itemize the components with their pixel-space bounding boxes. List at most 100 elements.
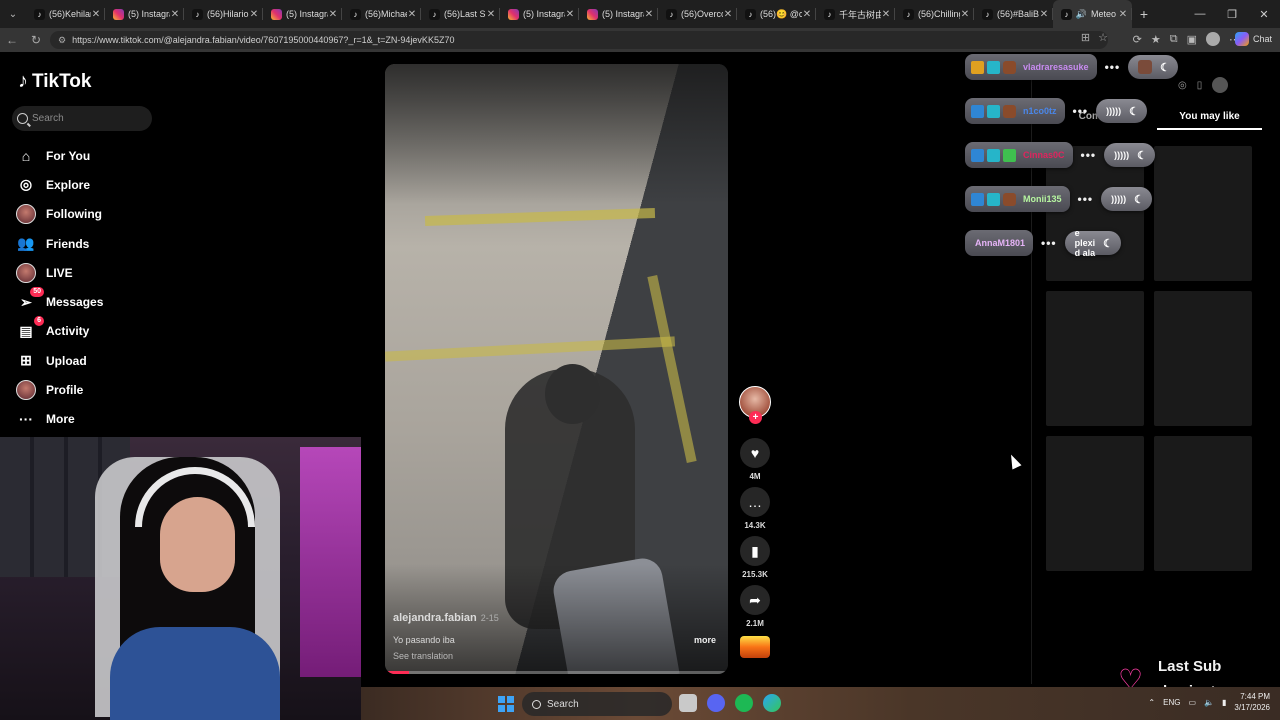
file-explorer-icon[interactable]	[679, 694, 697, 712]
reload-button[interactable]: ↻	[24, 28, 48, 52]
browser-tab[interactable]: (5) Instagra ✕	[500, 0, 579, 28]
recommended-video[interactable]	[1154, 146, 1252, 281]
site-info-icon[interactable]: ⚙	[58, 35, 66, 46]
sidebar-item-following[interactable]: Following	[16, 200, 103, 229]
browser-tab[interactable]: ♪ (56)Chilling ✕	[895, 0, 974, 28]
save-action[interactable]: ▮ 215.3K	[740, 536, 770, 579]
close-icon[interactable]: ✕	[486, 9, 496, 20]
music-disc-icon[interactable]	[740, 636, 770, 658]
volume-icon[interactable]: 🔈	[1204, 698, 1214, 707]
browser-tab[interactable]: ♪ (56)😊 @c ✕	[737, 0, 816, 28]
copilot-chat-button[interactable]: Chat	[1234, 32, 1272, 46]
clock[interactable]: 7:44 PM 3/17/2026	[1234, 691, 1270, 713]
collections-icon[interactable]: ▣	[1187, 33, 1197, 46]
network-icon[interactable]: ▭	[1188, 698, 1196, 707]
sidebar-item-more[interactable]: ··· More	[16, 405, 103, 434]
minimize-button[interactable]: —	[1184, 0, 1216, 28]
chat-dots-icon: •••	[1072, 104, 1089, 118]
back-button[interactable]: ←	[0, 28, 24, 52]
follow-plus-icon[interactable]: +	[749, 411, 762, 424]
user-avatar[interactable]	[1212, 77, 1229, 93]
close-icon[interactable]: ✕	[407, 9, 417, 20]
sidebar-item-live[interactable]: LIVE	[16, 258, 103, 287]
search-input[interactable]: Search	[12, 106, 152, 131]
browser-tab[interactable]: (5) Instagra ✕	[579, 0, 658, 28]
sidebar-item-messages[interactable]: ➢ 50 Messages	[16, 287, 103, 316]
close-icon[interactable]: ✕	[565, 9, 575, 20]
taskbar-search[interactable]: Search	[522, 692, 672, 716]
video-progress-bar[interactable]	[385, 671, 728, 674]
profile-avatar[interactable]	[1206, 32, 1220, 46]
author-avatar[interactable]: +	[739, 386, 771, 424]
close-icon[interactable]: ✕	[723, 9, 733, 20]
windows-start-icon[interactable]	[498, 696, 514, 712]
close-icon[interactable]: ✕	[881, 9, 891, 20]
sidebar-item-activity[interactable]: ▤ 6 Activity	[16, 316, 103, 346]
video-player[interactable]: alejandra.fabian 2-15 Yo pasando iba See …	[385, 64, 728, 674]
recommended-video[interactable]	[1154, 436, 1252, 571]
sidebar-item-upload[interactable]: ⊞ Upload	[16, 346, 103, 375]
edge-icon[interactable]	[763, 694, 781, 712]
discord-icon[interactable]	[707, 694, 725, 712]
tab-you-may-like[interactable]: You may like	[1157, 108, 1262, 130]
sidebar-item-explore[interactable]: ◎ Explore	[16, 170, 103, 199]
browser-tab[interactable]: ♪ (56)Hilariou ✕	[184, 0, 263, 28]
share-action[interactable]: ➦ 2.1M	[740, 585, 770, 628]
close-window-button[interactable]: ✕	[1248, 0, 1280, 28]
chevron-up-icon[interactable]: ⌃	[1148, 698, 1155, 707]
sidebar-item-friends[interactable]: 👥 Friends	[16, 229, 103, 258]
browser-tab[interactable]: (5) Instagra ✕	[263, 0, 342, 28]
close-icon[interactable]: ✕	[91, 9, 101, 20]
close-icon[interactable]: ✕	[328, 9, 338, 20]
browser-tab-bar: ⌄ ♪ (56)Kehilan ✕ (5) Instagra ✕ ♪ (56)Hilar…	[0, 0, 1280, 28]
sidebar-item-profile[interactable]: Profile	[16, 375, 103, 404]
close-icon[interactable]: ✕	[1118, 9, 1128, 20]
extensions-icon[interactable]: ⧉	[1170, 33, 1178, 46]
video-author[interactable]: alejandra.fabian 2-15	[393, 612, 499, 624]
browser-tab[interactable]: (5) Instagra ✕	[105, 0, 184, 28]
spotify-icon[interactable]	[735, 694, 753, 712]
browser-tab[interactable]: ♪ 千年古树由 ✕	[816, 0, 895, 28]
tiktok-icon: ♪	[350, 8, 361, 20]
browser-tab-active[interactable]: ♪ 🔊 Meteo ✕	[1053, 0, 1132, 28]
new-tab-button[interactable]: +	[1132, 0, 1156, 28]
speaker-icon[interactable]: 🔊	[1076, 9, 1087, 20]
browser-tab[interactable]: ♪ (56)Kehilan ✕	[26, 0, 105, 28]
comment-icon[interactable]: …	[740, 487, 770, 517]
recommended-video[interactable]	[1046, 436, 1144, 571]
close-icon[interactable]: ✕	[1039, 9, 1049, 20]
tiktok-logo[interactable]: ♪ TikTok	[18, 70, 91, 93]
recommended-video[interactable]	[1046, 291, 1144, 426]
favorite-star-icon[interactable]: ☆	[1098, 31, 1108, 44]
browser-tab[interactable]: ♪ (56)Last Su ✕	[421, 0, 500, 28]
settings-icon[interactable]: ◎	[1178, 80, 1187, 91]
browser-tab[interactable]: ♪ (56)Overco ✕	[658, 0, 737, 28]
close-icon[interactable]: ✕	[170, 9, 180, 20]
chat-message-bubble: ☾	[1128, 55, 1179, 79]
tab-actions-menu[interactable]: ⌄	[0, 0, 26, 28]
phone-icon[interactable]: ▯	[1197, 80, 1203, 91]
share-arrow-icon[interactable]: ➦	[740, 585, 770, 615]
bookmark-icon[interactable]: ▮	[740, 536, 770, 566]
url-field[interactable]: ⚙ https://www.tiktok.com/@alejandra.fabi…	[50, 31, 1108, 49]
close-icon[interactable]: ✕	[249, 9, 259, 20]
browser-tab[interactable]: ♪ (56)#BaliB ✕	[974, 0, 1053, 28]
browser-tab[interactable]: ♪ (56)Michae ✕	[342, 0, 421, 28]
favorites-icon[interactable]: ★	[1151, 33, 1161, 46]
more-link[interactable]: more	[694, 635, 716, 645]
comment-action[interactable]: … 14.3K	[740, 487, 770, 530]
battery-icon[interactable]: ▮	[1222, 698, 1226, 707]
see-translation-link[interactable]: See translation	[393, 651, 453, 661]
close-icon[interactable]: ✕	[960, 9, 970, 20]
recommended-video[interactable]	[1154, 291, 1252, 426]
sidebar-item-for-you[interactable]: ⌂ For You	[16, 141, 103, 170]
close-icon[interactable]: ✕	[802, 9, 812, 20]
language-indicator[interactable]: ENG	[1163, 698, 1180, 707]
app-available-icon[interactable]: ⊞	[1081, 31, 1090, 44]
refresh-icon[interactable]: ⟳	[1133, 33, 1142, 46]
like-action[interactable]: ♥ 4M	[740, 438, 770, 481]
close-icon[interactable]: ✕	[644, 9, 654, 20]
maximize-button[interactable]: ❐	[1216, 0, 1248, 28]
heart-icon[interactable]: ♥	[740, 438, 770, 468]
windows-taskbar: Search ⌃ ENG ▭ 🔈 ▮ 7:44 PM 3/17/2026	[361, 687, 1280, 720]
